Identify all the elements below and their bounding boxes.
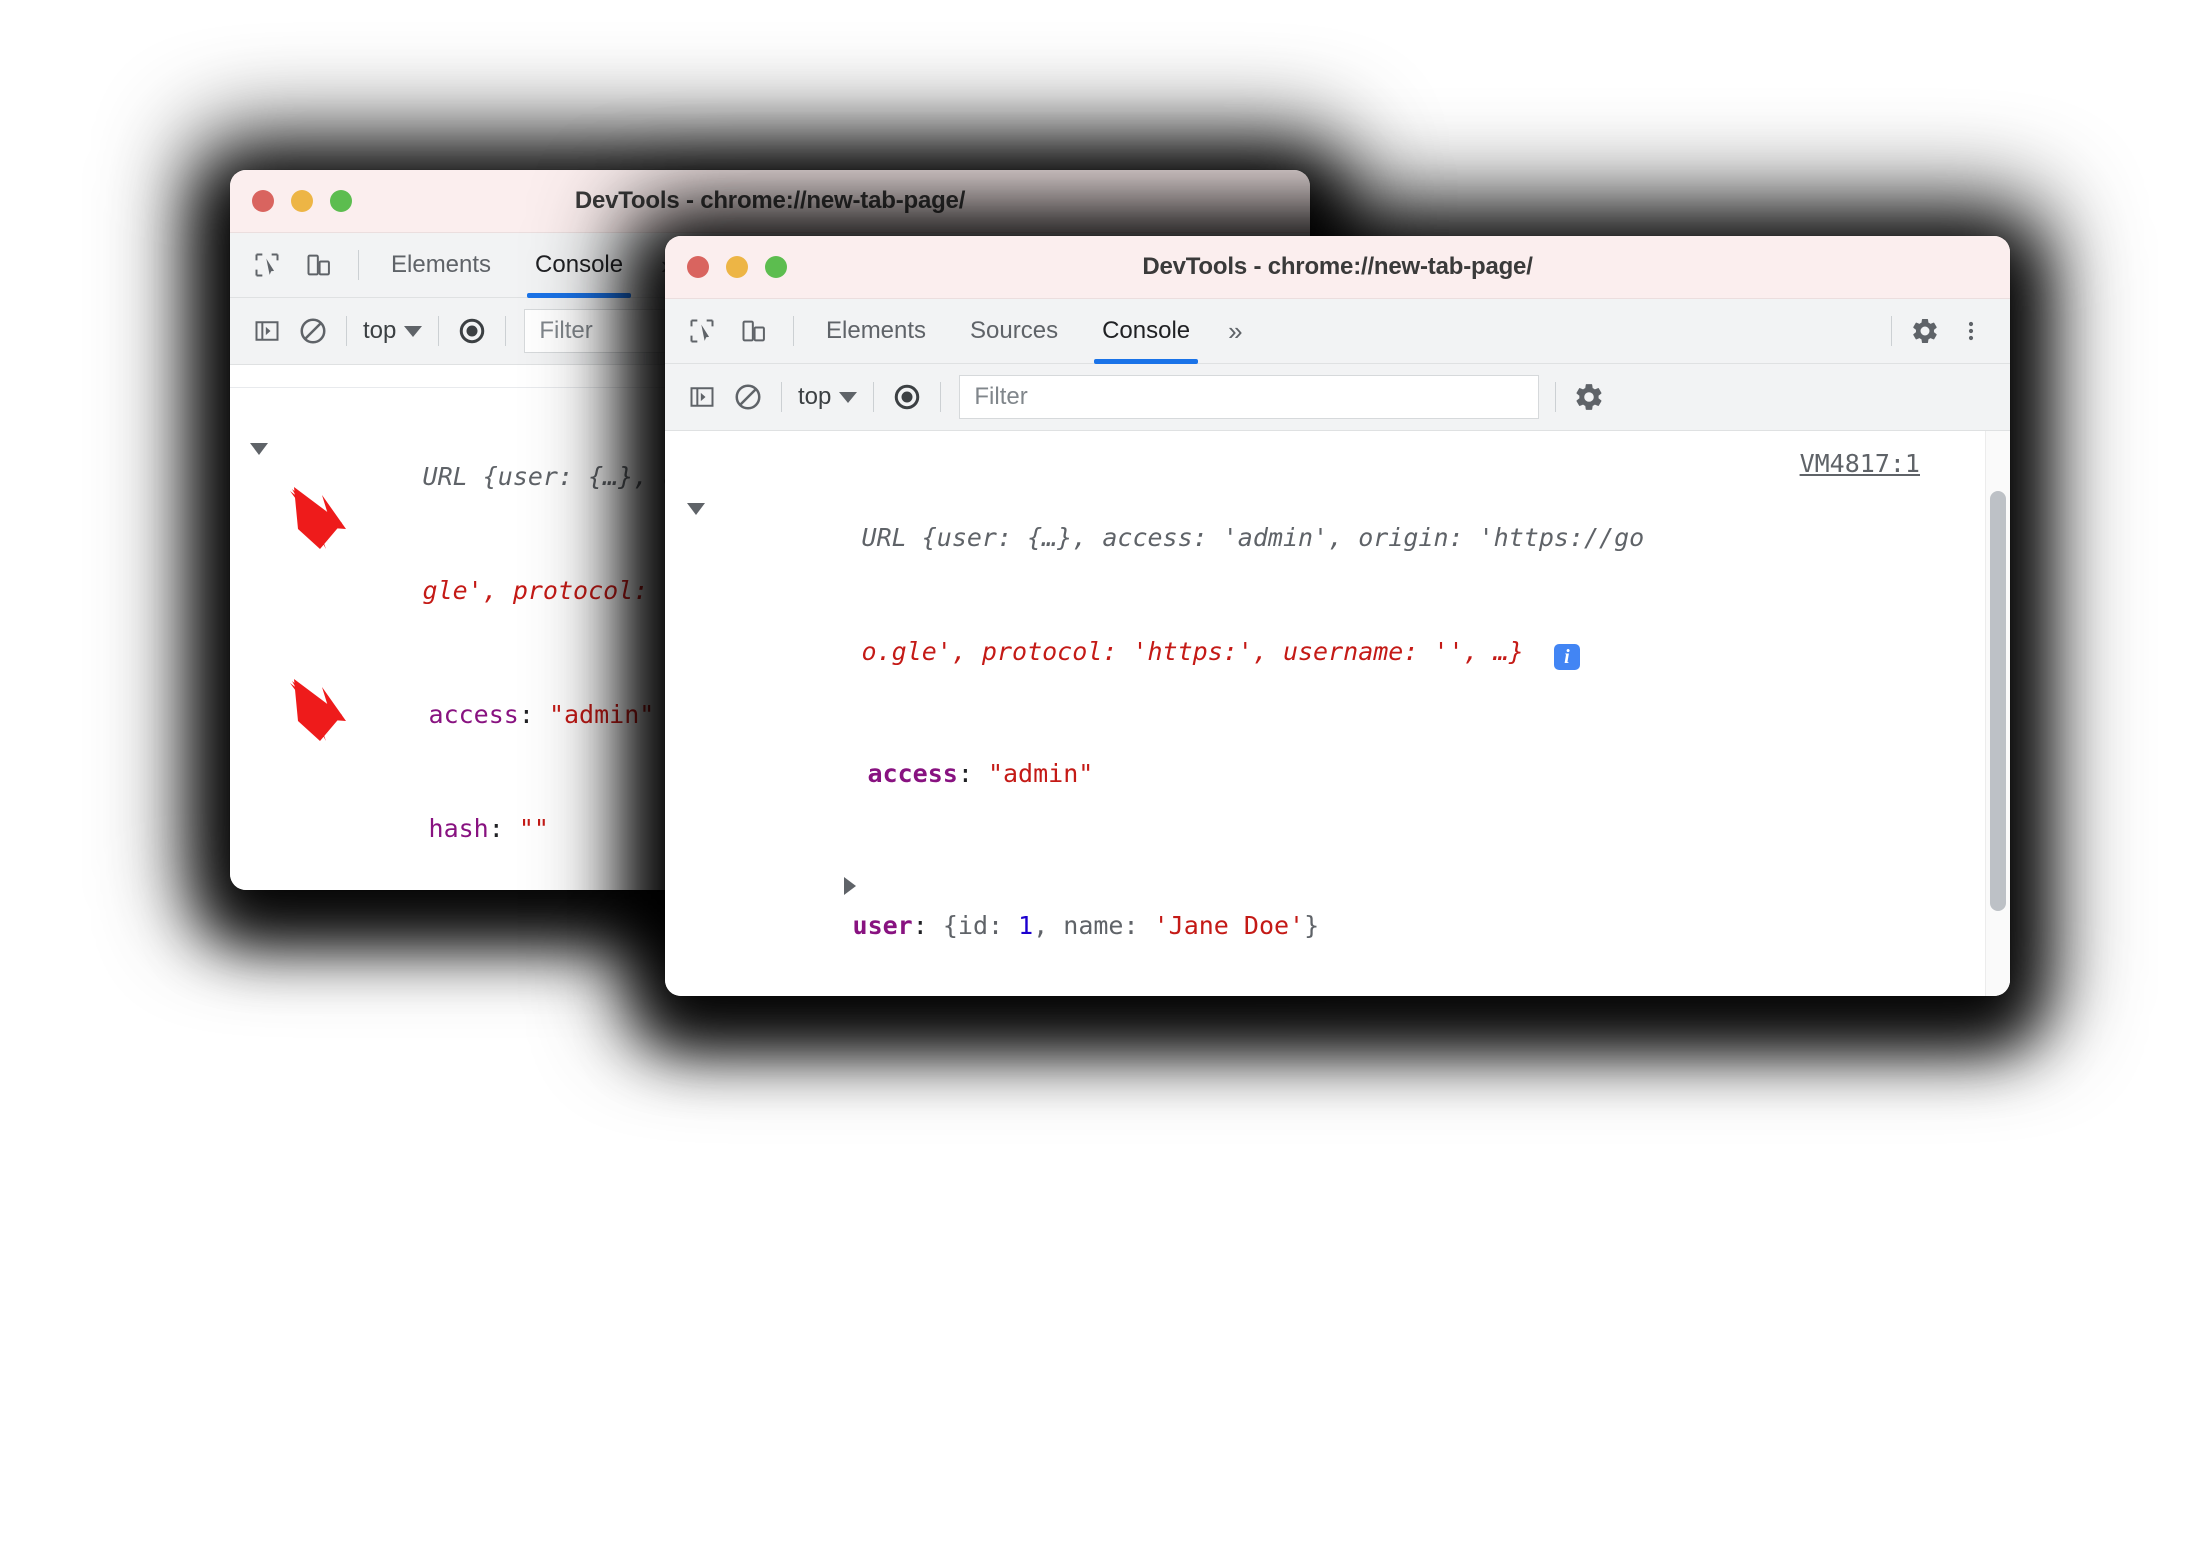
maximize-button-green[interactable] [765, 256, 787, 278]
console-toolbar-divider-1 [781, 382, 782, 412]
console-sidebar-icon[interactable] [244, 308, 290, 354]
filter-placeholder: Filter [539, 317, 593, 344]
console-toolbar-divider-4 [1555, 382, 1557, 412]
device-toolbar-icon[interactable] [296, 242, 342, 288]
clear-console-icon[interactable] [290, 308, 336, 354]
front-window-titlebar[interactable]: DevTools - chrome://new-tab-page/ [665, 236, 2010, 299]
back-tab-list: Elements Console » [369, 233, 692, 298]
close-button-red[interactable] [687, 256, 709, 278]
front-console-toolbar: top Filter [665, 364, 2010, 431]
property-key: access [428, 700, 519, 729]
console-toolbar-divider-3 [940, 382, 942, 412]
tab-console[interactable]: Console [1080, 299, 1212, 364]
console-toolbar-divider-2 [438, 316, 440, 346]
inspect-element-icon[interactable] [244, 242, 290, 288]
chevron-down-icon [839, 391, 858, 403]
back-tool-icon-group [230, 242, 369, 288]
toolbar-divider [793, 316, 794, 346]
tab-console[interactable]: Console [513, 233, 645, 298]
execution-context-label: top [798, 383, 832, 410]
clear-console-icon[interactable] [725, 374, 771, 420]
front-object-preview[interactable]: URL {user: {…}, access: 'admin', origin:… [665, 431, 2010, 709]
execution-context-label: top [363, 317, 397, 344]
tab-overflow-icon[interactable]: » [1212, 299, 1258, 363]
console-toolbar-divider-2 [873, 382, 875, 412]
console-sidebar-icon[interactable] [679, 374, 725, 420]
tab-elements[interactable]: Elements [804, 299, 948, 363]
front-tab-list: Elements Sources Console » [804, 299, 1259, 364]
property-row-user[interactable]: user: {id: 1, name: 'Jane Doe'} [693, 831, 2010, 983]
front-tool-icon-group [665, 308, 804, 354]
front-devtools-window[interactable]: DevTools - chrome://new-tab-page/ Elemen… [665, 236, 2010, 996]
disclosure-triangle-icon[interactable] [250, 443, 268, 455]
property-row-hash[interactable]: hash: "" [717, 983, 2010, 996]
execution-context-selector[interactable]: top [357, 317, 428, 345]
info-badge-icon[interactable]: i [1553, 644, 1580, 670]
property-key: user [852, 911, 913, 940]
close-button-red[interactable] [252, 190, 274, 212]
toolbar-divider [1891, 316, 1892, 346]
gear-icon[interactable] [1902, 308, 1948, 354]
property-key: hash [428, 814, 489, 843]
minimize-button-yellow[interactable] [291, 190, 313, 212]
live-expression-icon[interactable] [884, 374, 930, 420]
back-window-titlebar[interactable]: DevTools - chrome://new-tab-page/ [230, 170, 1310, 233]
red-annotation-arrow-user [290, 679, 346, 741]
back-traffic-lights[interactable] [252, 190, 352, 212]
property-value: "" [518, 814, 549, 843]
front-property-list: access: "admin" user: {id: 1, name: 'Jan… [665, 709, 2010, 996]
front-preview-line-2: o.gle', protocol: 'https:', username: ''… [861, 637, 1524, 666]
live-expression-icon[interactable] [449, 308, 495, 354]
filter-placeholder: Filter [974, 383, 1028, 410]
filter-input[interactable]: Filter [959, 375, 1540, 419]
more-vertical-icon[interactable] [1948, 308, 1994, 354]
front-tabbar-right [1881, 308, 2010, 354]
front-traffic-lights[interactable] [687, 256, 787, 278]
red-annotation-arrow-access [290, 487, 346, 549]
inspect-element-icon[interactable] [679, 308, 725, 354]
chevron-down-icon [404, 325, 423, 337]
front-window-title: DevTools - chrome://new-tab-page/ [1142, 253, 1533, 280]
execution-context-selector[interactable]: top [792, 383, 863, 411]
property-key: access [867, 759, 958, 788]
console-toolbar-divider-1 [346, 316, 347, 346]
tab-elements[interactable]: Elements [369, 233, 513, 297]
property-value: "admin" [987, 759, 1094, 788]
front-preview-line-1: URL {user: {…}, access: 'admin', origin:… [861, 523, 1645, 552]
maximize-button-green[interactable] [330, 190, 352, 212]
back-window-title: DevTools - chrome://new-tab-page/ [574, 187, 966, 214]
front-console-output[interactable]: VM4817:1 URL {user: {…}, access: 'admin'… [665, 431, 2010, 996]
property-value: "admin" [548, 700, 655, 729]
disclosure-triangle-icon[interactable] [843, 877, 856, 895]
tab-sources[interactable]: Sources [948, 299, 1080, 363]
front-tabbar: Elements Sources Console » [665, 299, 2010, 364]
gear-icon[interactable] [1566, 374, 1612, 420]
disclosure-triangle-icon[interactable] [687, 503, 705, 515]
minimize-button-yellow[interactable] [726, 256, 748, 278]
property-row-access[interactable]: access: "admin" [717, 717, 2010, 831]
screenshot-canvas: DevTools - chrome://new-tab-page/ Elemen… [0, 0, 2200, 1542]
toolbar-divider [358, 250, 359, 280]
device-toolbar-icon[interactable] [731, 308, 777, 354]
console-toolbar-divider-3 [505, 316, 507, 346]
